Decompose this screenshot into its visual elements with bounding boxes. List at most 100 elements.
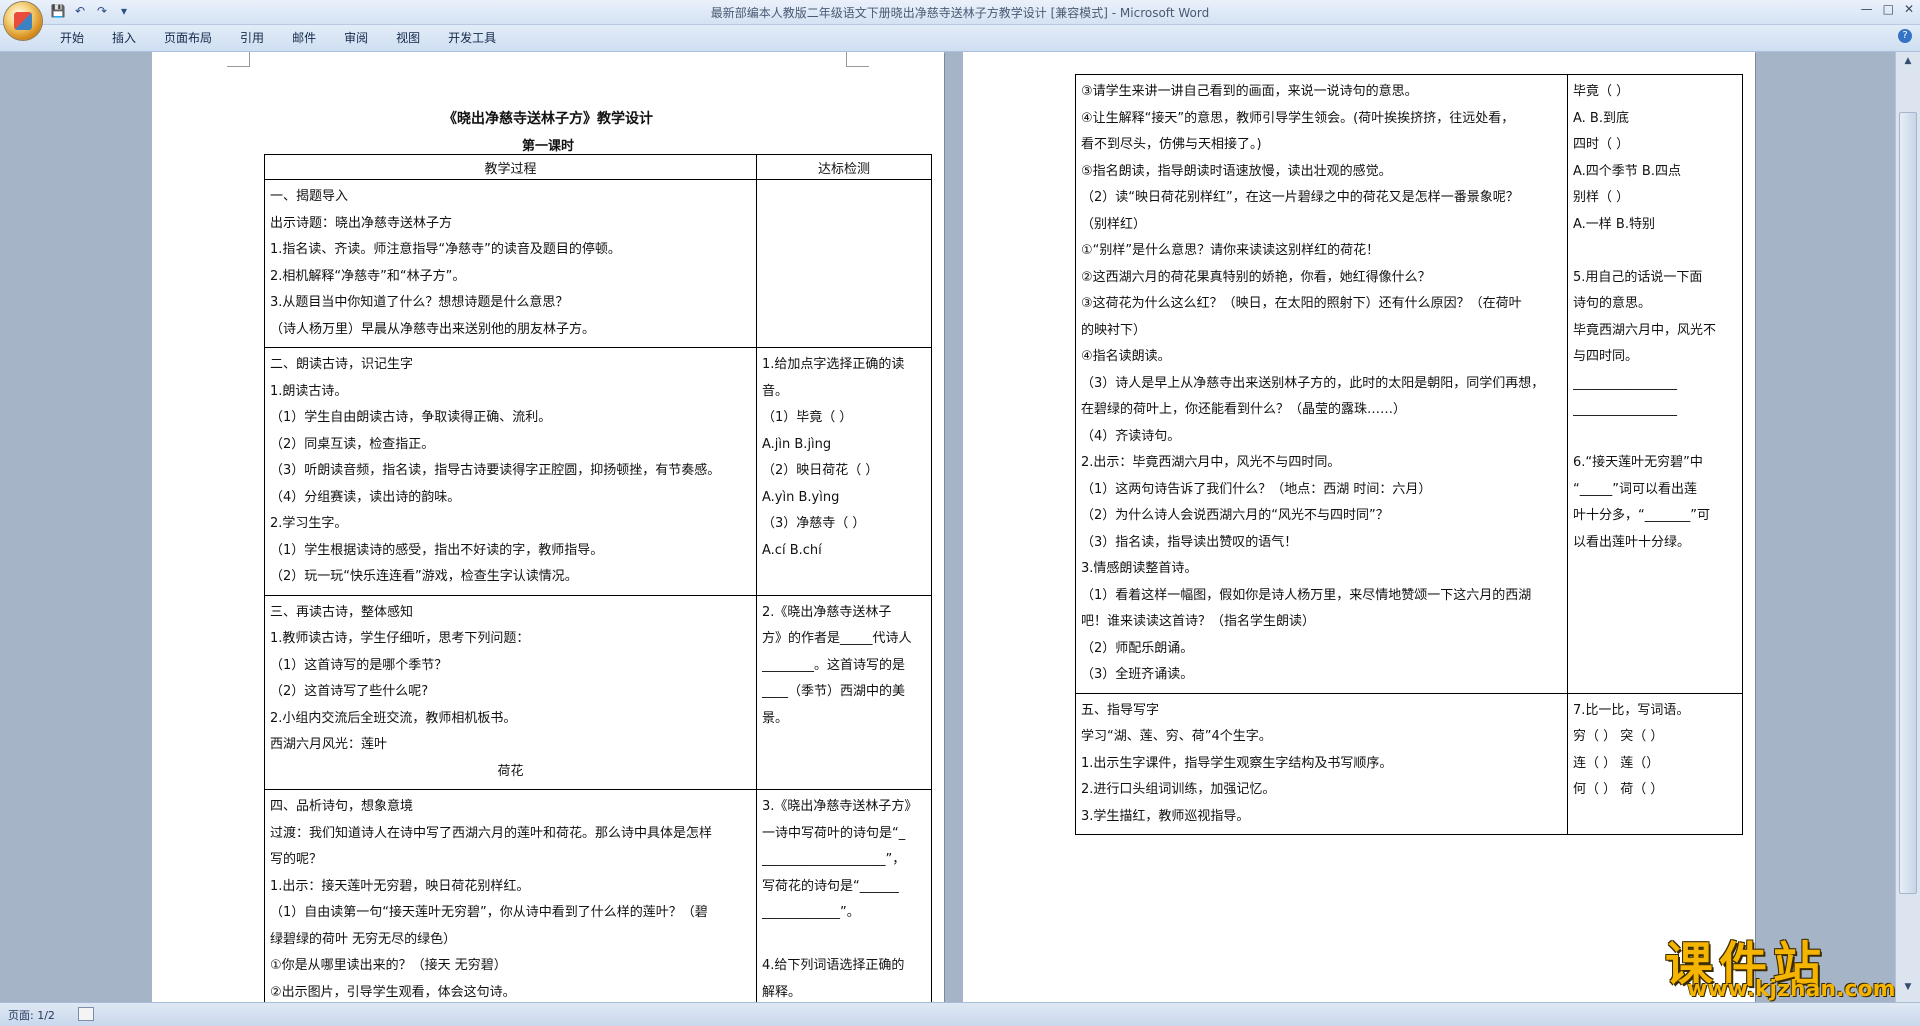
text-line bbox=[1573, 636, 1737, 663]
text-line: A.yìn B.yìng bbox=[762, 489, 840, 505]
text-line: 何（ ） 荷（ ） bbox=[1573, 782, 1664, 797]
window-title: 最新部编本人教版二年级语文下册晓出净慈寺送林子方教学设计 [兼容模式] - Mi… bbox=[710, 6, 1210, 20]
title-bar: 💾 ↶ ↷ ▾ 最新部编本人教版二年级语文下册晓出净慈寺送林子方教学设计 [兼容… bbox=[0, 0, 1920, 40]
text-line: 音。 bbox=[762, 383, 789, 399]
document-page-1[interactable]: 《晓出净慈寺送林子方》教学设计 第一课时 教学过程 达标检测 一、揭题导入 出示诗… bbox=[152, 52, 944, 1011]
text-line: （2）映日荷花（ ） bbox=[762, 463, 879, 478]
assessment-cell[interactable]: 7.比一比，写词语。 穷（ ） 突（ ） 连（ ） 莲（） 何（ ） 荷（ ） bbox=[1567, 692, 1743, 835]
text-line: 1.出示：接天莲叶无穷碧，映日荷花别样红。 bbox=[270, 878, 530, 894]
text-line: ____（季节）西湖中的美 bbox=[762, 684, 906, 699]
assessment-cell[interactable] bbox=[756, 179, 932, 348]
text-line: 6.“接天莲叶无穷碧”中 bbox=[1573, 455, 1703, 470]
text-line bbox=[1573, 556, 1737, 583]
text-line: （3）指名读，指导读出赞叹的语气！ bbox=[1081, 534, 1298, 550]
text-line: 连（ ） 莲（） bbox=[1573, 755, 1660, 771]
text-line: 四、品析诗句，想象意境 bbox=[270, 799, 414, 814]
table-header-row: 教学过程 达标检测 bbox=[264, 154, 932, 180]
text-line: ____________”。 bbox=[762, 905, 860, 920]
text-line: 2.学习生字。 bbox=[270, 516, 348, 531]
text-line: 西湖六月风光：莲叶 bbox=[270, 737, 388, 752]
scroll-down-icon[interactable]: ▼ bbox=[1901, 982, 1915, 994]
document-page-2[interactable]: ③请学生来讲一讲自己看到的画面，来说一说诗句的意思。 ④让生解释“接天”的意思，教… bbox=[963, 52, 1755, 1002]
text-line: ④让生解释“接天”的意思，教师引导学生领会。(荷叶挨挨挤挤，往远处看， bbox=[1081, 110, 1515, 126]
text-line: 过渡：我们知道诗人在诗中写了西湖六月的莲叶和荷花。那么诗中具体是怎样 bbox=[270, 825, 713, 841]
assessment-cell[interactable]: 1.给加点字选择正确的读 音。 （1）毕竟（ ） A.jìn B.jìng （2）映日荷… bbox=[756, 347, 932, 596]
ribbon-tab[interactable]: 开始 bbox=[60, 29, 84, 46]
text-line: 叶十分多，“_______”可 bbox=[1573, 508, 1710, 523]
office-button[interactable] bbox=[4, 2, 42, 40]
text-line: 的映衬下） bbox=[1081, 322, 1147, 338]
ribbon-tab[interactable]: 页面布局 bbox=[164, 29, 212, 46]
ribbon-tab[interactable]: 插入 bbox=[112, 29, 136, 46]
margin-marker bbox=[227, 52, 250, 67]
ribbon-tab[interactable]: 审阅 bbox=[344, 29, 368, 46]
text-line: 一诗中写荷叶的诗句是“_ bbox=[762, 825, 906, 841]
minimize-button[interactable]: — bbox=[1861, 2, 1873, 16]
table-row: 五、指导写字 学习“湖、莲、穷、荷”4个生字。 1.出示生字课件，指导学生观察生字结… bbox=[1075, 692, 1743, 835]
process-cell[interactable]: 三、再读古诗，整体感知 1.教师读古诗，学生仔细听，思考下列问题： （1）这首诗写的… bbox=[264, 594, 757, 790]
text-line: 1.朗读古诗。 bbox=[270, 383, 348, 399]
text-line: ___________________”， bbox=[762, 852, 906, 867]
text-line: 2.《晓出净慈寺送林子 bbox=[762, 604, 892, 620]
text-line: 出示诗题：晓出净慈寺送林子方 bbox=[270, 215, 453, 231]
text-line: ③请学生来讲一讲自己看到的画面，来说一说诗句的意思。 bbox=[1081, 84, 1418, 99]
text-line: 1.出示生字课件，指导学生观察生字结构及书写顺序。 bbox=[1081, 755, 1393, 771]
text-line: （2）这首诗写了些什么呢? bbox=[270, 684, 429, 699]
text-line: （1）这首诗写的是哪个季节？ bbox=[270, 657, 448, 673]
text-line: ②这西湖六月的荷花果真特别的娇艳，你看，她红得像什么？ bbox=[1081, 269, 1431, 285]
text-line: 2.出示：毕竟西湖六月中，风光不与四时同。 bbox=[1081, 455, 1341, 470]
column-header: 达标检测 bbox=[756, 154, 932, 180]
text-line bbox=[762, 184, 926, 211]
assessment-cell[interactable]: 2.《晓出净慈寺送林子方》的作者是_____代诗人 ________。这首诗写的是… bbox=[756, 594, 932, 790]
process-cell[interactable]: 一、揭题导入 出示诗题：晓出净慈寺送林子方 1.指名读、齐读。师注意指导“净慈寺”的… bbox=[264, 179, 757, 348]
table-row: 三、再读古诗，整体感知 1.教师读古诗，学生仔细听，思考下列问题： （1）这首诗写的… bbox=[264, 594, 932, 790]
help-icon[interactable]: ? bbox=[1898, 29, 1912, 43]
text-line: （1）学生自由朗读古诗，争取读得正确、流利。 bbox=[270, 410, 552, 425]
text-line: 3.情感朗读整首诗。 bbox=[1081, 561, 1198, 576]
text-line: ________________ bbox=[1573, 375, 1677, 391]
assessment-cell[interactable]: 3.《晓出净慈寺送林子方》 一诗中写荷叶的诗句是“_ _______________… bbox=[756, 789, 932, 1011]
text-line: A.jìn B.jìng bbox=[762, 436, 832, 452]
text-line bbox=[1573, 238, 1737, 265]
text-line: （2）同桌互读，检查指正。 bbox=[270, 436, 435, 452]
text-line: 吧！谁来读读这首诗？（指名学生朗读） bbox=[1081, 614, 1316, 629]
ribbon-tab[interactable]: 视图 bbox=[396, 29, 420, 46]
scrollbar-thumb[interactable] bbox=[1899, 112, 1917, 894]
ribbon: 开始 插入 页面布局 引用 邮件 审阅 视图 开发工具 ? bbox=[0, 25, 1920, 52]
proofing-icon[interactable] bbox=[78, 1007, 94, 1021]
ribbon-tab[interactable]: 开发工具 bbox=[448, 29, 496, 46]
maximize-button[interactable]: □ bbox=[1883, 2, 1894, 16]
process-cell[interactable]: ③请学生来讲一讲自己看到的画面，来说一说诗句的意思。 ④让生解释“接天”的意思，教… bbox=[1075, 74, 1568, 694]
text-line: 与四时同。 bbox=[1573, 349, 1639, 364]
ribbon-tab[interactable]: 引用 bbox=[240, 29, 264, 46]
assessment-cell[interactable]: 毕竟（ ） A. B.到底 四时（ ） A.四个季节 B.四点 别样（ ） A.一样 B.… bbox=[1567, 74, 1743, 694]
process-cell[interactable]: 五、指导写字 学习“湖、莲、穷、荷”4个生字。 1.出示生字课件，指导学生观察生字结… bbox=[1075, 692, 1568, 835]
ribbon-tab[interactable]: 邮件 bbox=[292, 29, 316, 46]
status-bar: 页面: 1/2 bbox=[0, 1002, 1920, 1026]
process-cell[interactable]: 二、朗读古诗，识记生字 1.朗读古诗。 （1）学生自由朗读古诗，争取读得正确、流利。… bbox=[264, 347, 757, 596]
text-line: （4）齐读诗句。 bbox=[1081, 428, 1181, 444]
text-line: 荷花 bbox=[497, 763, 524, 779]
process-cell[interactable]: 四、品析诗句，想象意境过渡：我们知道诗人在诗中写了西湖六月的莲叶和荷花。那么诗中… bbox=[264, 789, 757, 1011]
column-header: 教学过程 bbox=[264, 154, 757, 180]
text-line: 2.小组内交流后全班交流，教师相机板书。 bbox=[270, 710, 517, 726]
text-line: （3）净慈寺（ ） bbox=[762, 516, 866, 531]
close-button[interactable]: ✕ bbox=[1904, 2, 1914, 16]
text-line: （诗人杨万里）早晨从净慈寺出来送别他的朋友林子方。 bbox=[270, 321, 596, 337]
text-line: 1.教师读古诗，学生仔细听，思考下列问题： bbox=[270, 631, 530, 646]
vertical-scrollbar[interactable]: ▲ ▼ bbox=[1895, 52, 1920, 1002]
text-line: （1）这两句诗告诉了我们什么？（地点：西湖 时间：六月） bbox=[1081, 481, 1432, 497]
text-line bbox=[1573, 424, 1737, 451]
text-line: ________。这首诗写的是 bbox=[762, 657, 906, 673]
scroll-up-icon[interactable]: ▲ bbox=[1901, 56, 1915, 68]
text-line: “_____”词可以看出莲 bbox=[1573, 481, 1697, 497]
text-line: （3）听朗读音频，指名读，指导古诗要读得字正腔圆，抑扬顿挫，有节奏感。 bbox=[270, 463, 721, 478]
lesson-table: 教学过程 达标检测 一、揭题导入 出示诗题：晓出净慈寺送林子方 1.指名读、齐读。师… bbox=[264, 154, 932, 1011]
text-line: （1）学生根据读诗的感受，指出不好读的字，教师指导。 bbox=[270, 542, 604, 558]
text-line: ①你是从哪里读出来的？（接天 无穷碧） bbox=[270, 958, 507, 973]
text-line: ________________ bbox=[1573, 402, 1677, 417]
text-line: 7.比一比，写词语。 bbox=[1573, 702, 1690, 718]
text-line: ④指名读朗读。 bbox=[1081, 349, 1171, 364]
page-indicator[interactable]: 页面: 1/2 bbox=[8, 1007, 55, 1023]
text-line: 方》的作者是_____代诗人 bbox=[762, 631, 912, 646]
